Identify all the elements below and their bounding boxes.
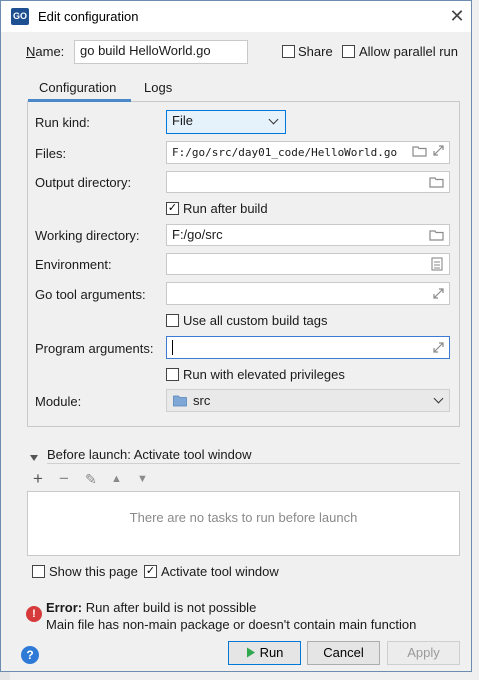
run-kind-value: File <box>172 113 193 128</box>
expand-icon[interactable] <box>432 287 445 303</box>
collapse-triangle-icon[interactable] <box>29 450 39 465</box>
move-down-icon[interactable]: ▼ <box>137 473 148 485</box>
share-checkbox[interactable] <box>282 45 295 58</box>
move-up-icon[interactable]: ▲ <box>111 473 122 485</box>
elevated-privileges-label: Run with elevated privileges <box>183 367 345 382</box>
allow-parallel-run-checkbox[interactable] <box>342 45 355 58</box>
edit-configuration-dialog: GO Edit configuration ✕ Name: go build H… <box>0 0 472 672</box>
expand-icon[interactable] <box>432 144 445 160</box>
error-message: Run after build is not possible <box>85 600 257 615</box>
run-after-build-checkbox[interactable]: ✓ <box>166 202 179 215</box>
files-input[interactable]: F:/go/src/day01_code/HelloWorld.go <box>166 141 450 164</box>
edit-icon[interactable]: ✎ <box>85 471 97 488</box>
error-line: Error: Run after build is not possible <box>46 600 256 615</box>
before-launch-header[interactable]: Before launch: Activate tool window <box>47 447 252 462</box>
help-icon[interactable]: ? <box>21 646 39 664</box>
activate-tool-window-checkbox[interactable]: ✓ <box>144 565 157 578</box>
output-directory-input[interactable] <box>166 171 450 193</box>
expand-icon[interactable] <box>432 341 445 357</box>
show-this-page-label: Show this page <box>49 564 138 579</box>
cancel-button[interactable]: Cancel <box>307 641 380 665</box>
name-input[interactable]: go build HelloWorld.go <box>74 40 248 64</box>
run-icon <box>246 647 255 658</box>
folder-icon[interactable] <box>412 144 427 160</box>
error-detail: Main file has non-main package or doesn'… <box>46 617 417 632</box>
working-directory-input[interactable]: F:/go/src <box>166 224 450 246</box>
before-launch-divider <box>47 463 460 464</box>
allow-parallel-run-label: Allow parallel run <box>359 44 458 59</box>
module-label: Module: <box>35 394 82 409</box>
error-title: Error: <box>46 600 83 615</box>
folder-icon[interactable] <box>429 175 444 191</box>
use-custom-build-tags-label: Use all custom build tags <box>183 313 328 328</box>
module-select[interactable]: src <box>166 389 450 412</box>
show-this-page-checkbox[interactable] <box>32 565 45 578</box>
goland-app-icon: GO <box>11 8 29 25</box>
run-kind-label: Run kind: <box>35 115 90 130</box>
output-directory-label: Output directory: <box>35 175 132 190</box>
folder-icon[interactable] <box>429 228 444 244</box>
environment-input[interactable] <box>166 253 450 275</box>
program-arguments-input[interactable] <box>166 336 450 359</box>
module-folder-icon <box>173 394 187 410</box>
module-value: src <box>193 393 211 408</box>
tab-logs[interactable]: Logs <box>144 80 172 95</box>
go-tool-arguments-input[interactable] <box>166 282 450 305</box>
apply-button[interactable]: Apply <box>387 641 460 665</box>
run-after-build-label: Run after build <box>183 201 268 216</box>
tab-configuration[interactable]: Configuration <box>39 80 116 95</box>
text-cursor <box>172 340 173 356</box>
before-launch-tasks-list: There are no tasks to run before launch <box>27 491 460 556</box>
elevated-privileges-checkbox[interactable] <box>166 368 179 381</box>
chevron-down-icon <box>433 393 444 404</box>
files-label: Files: <box>35 146 67 161</box>
go-tool-arguments-label: Go tool arguments: <box>35 287 146 302</box>
run-button[interactable]: Run <box>228 641 301 665</box>
use-custom-build-tags-checkbox[interactable] <box>166 314 179 327</box>
run-kind-select[interactable]: File <box>166 110 286 134</box>
name-label: Name: <box>26 44 65 59</box>
remove-icon[interactable]: − <box>59 469 69 489</box>
window-title: Edit configuration <box>38 9 139 24</box>
document-icon[interactable] <box>431 257 443 274</box>
title-bar: GO Edit configuration ✕ <box>1 1 471 32</box>
chevron-down-icon <box>268 114 279 125</box>
add-icon[interactable]: + <box>33 469 43 489</box>
working-directory-label: Working directory: <box>35 228 140 243</box>
environment-label: Environment: <box>35 257 112 272</box>
share-label: Share <box>298 44 333 59</box>
close-icon[interactable]: ✕ <box>445 5 469 27</box>
activate-tool-window-label: Activate tool window <box>161 564 279 579</box>
error-icon: ! <box>26 606 42 622</box>
program-arguments-label: Program arguments: <box>35 341 154 356</box>
